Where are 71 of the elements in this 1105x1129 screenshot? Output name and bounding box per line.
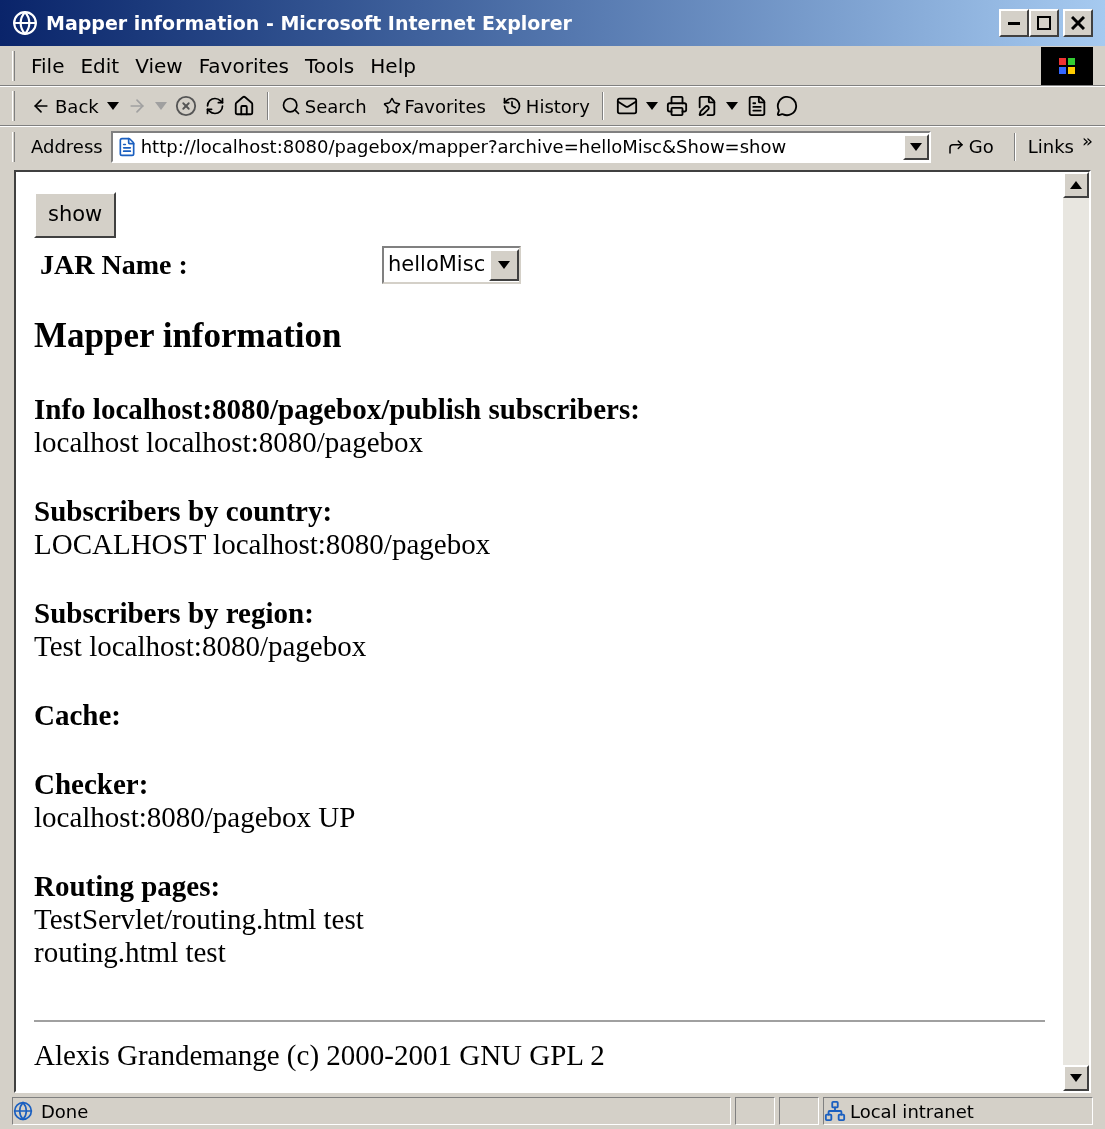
footer-text: Alexis Grandemange (c) 2000-2001 GNU GPL 2: [34, 1037, 606, 1073]
menu-item[interactable]: Favorites: [190, 50, 297, 81]
section-title: Subscribers by country:: [34, 494, 334, 528]
more-chevron[interactable]: »: [1082, 127, 1093, 154]
menu-item[interactable]: File: [23, 50, 73, 81]
section-line: localhost:8080/pagebox UP: [34, 800, 357, 834]
close-button[interactable]: [1063, 9, 1093, 37]
back-button[interactable]: Back: [31, 92, 99, 120]
history-button[interactable]: History: [501, 92, 590, 120]
caret-icon: [154, 102, 167, 110]
scroll-down-button[interactable]: [1063, 1065, 1089, 1091]
search-button[interactable]: Search: [280, 92, 367, 120]
caret-icon: [106, 102, 119, 110]
menu-item[interactable]: Tools: [297, 50, 363, 81]
page-heading: Mapper information: [34, 315, 343, 357]
minimize-icon: [1008, 21, 1020, 25]
discuss-icon[interactable]: [775, 95, 798, 117]
favorites-button[interactable]: Favorites: [382, 92, 486, 120]
show-button[interactable]: show: [34, 192, 117, 238]
select-value: helloMisc: [387, 251, 487, 279]
section-line: routing.html test: [34, 935, 227, 969]
section-line: TestServlet/routing.html test: [34, 902, 365, 936]
status-panel: [779, 1097, 819, 1125]
links-label[interactable]: Links: [1027, 133, 1074, 160]
network-icon: [824, 1100, 846, 1122]
jar-name-select[interactable]: helloMisc: [382, 246, 522, 284]
refresh-icon[interactable]: [204, 96, 225, 116]
section-title: Routing pages:: [34, 869, 222, 903]
url-text: http://localhost:8080/pagebox/mapper?archive=helloMisc&Show=show: [140, 135, 788, 159]
zone-text: Local intranet: [850, 1099, 974, 1124]
go-button[interactable]: Go: [938, 133, 1002, 160]
section-title: Cache:: [34, 698, 122, 732]
print-icon[interactable]: [665, 95, 688, 117]
section-title: Info localhost:8080/pagebox/publish subscribers:: [34, 392, 641, 426]
status-text: Done: [41, 1099, 89, 1124]
section-line: localhost localhost:8080/pagebox: [34, 425, 424, 459]
caret-icon: [645, 102, 658, 110]
scrollbar[interactable]: [1063, 172, 1089, 1091]
section-title: Checker:: [34, 767, 150, 801]
select-arrow-button[interactable]: [489, 249, 520, 281]
jar-name-label: JAR Name :: [40, 248, 189, 282]
section-title: Subscribers by region:: [34, 596, 315, 630]
search-icon: [280, 96, 301, 116]
status-panel: [735, 1097, 775, 1125]
maximize-icon: [1037, 16, 1051, 30]
go-arrow-icon: [946, 137, 965, 156]
throbber-logo: [1041, 46, 1093, 85]
minimize-button[interactable]: [999, 9, 1029, 37]
section-line: LOCALHOST localhost:8080/pagebox: [34, 527, 492, 561]
caret-icon: [725, 102, 738, 110]
dropdown-button[interactable]: [902, 133, 929, 160]
menu-item[interactable]: Edit: [72, 50, 128, 81]
scroll-up-button[interactable]: [1063, 172, 1089, 198]
browser-icon: [12, 10, 38, 36]
clock-icon: [501, 96, 522, 116]
close-icon: [1071, 16, 1085, 30]
up-arrow-icon: [1070, 181, 1082, 189]
stop-icon[interactable]: [174, 95, 197, 117]
section-line: Test localhost:8080/pagebox: [34, 629, 368, 663]
address-field[interactable]: http://localhost:8080/pagebox/mapper?archive=helloMisc&Show=show: [110, 130, 931, 163]
window-title: Mapper information - Microsoft Internet Explorer: [46, 10, 572, 36]
mail-icon[interactable]: [615, 95, 638, 117]
caret-icon: [498, 261, 511, 269]
address-label: Address: [31, 135, 103, 159]
menu-item[interactable]: Help: [362, 50, 424, 81]
caret-icon: [909, 142, 922, 151]
maximize-button[interactable]: [1029, 9, 1059, 37]
star-icon: [382, 97, 401, 115]
down-arrow-icon: [1070, 1074, 1082, 1082]
home-icon[interactable]: [232, 95, 255, 117]
menu-item[interactable]: View: [127, 50, 191, 81]
